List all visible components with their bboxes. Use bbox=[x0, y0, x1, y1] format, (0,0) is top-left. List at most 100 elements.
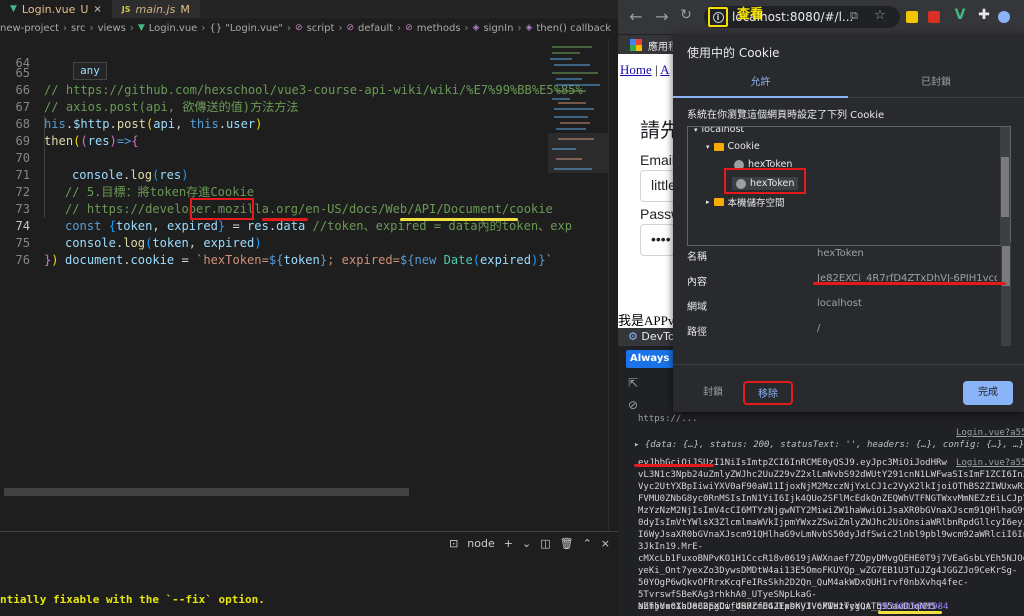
back-icon[interactable]: ← bbox=[626, 7, 646, 26]
tab-main-js[interactable]: JS main.js M bbox=[111, 0, 200, 18]
home-link[interactable]: Home bbox=[620, 62, 652, 77]
tree-node-host[interactable]: ▾ localhost bbox=[694, 127, 744, 135]
details-scrollbar[interactable] bbox=[1001, 242, 1011, 346]
breadcrumb-item[interactable]: methods bbox=[417, 23, 461, 34]
dialog-description: 系統在你瀏覽這個網頁時設定了下列 Cookie bbox=[687, 110, 885, 121]
annotation-box-hextoken bbox=[190, 198, 254, 220]
reload-icon[interactable]: ↻ bbox=[676, 7, 696, 23]
source-link[interactable]: Login.vue?a55b bbox=[956, 458, 1024, 468]
puzzle-icon[interactable]: ✚ bbox=[974, 7, 994, 23]
cookie-details: 名稱 hexToken 內容 Je82EXCi_4R7rfD4ZTxDhVJ-6… bbox=[687, 242, 1011, 346]
tab-status: M bbox=[180, 2, 190, 16]
tab-label: Login.vue bbox=[21, 2, 76, 16]
add-terminal-icon[interactable]: + bbox=[504, 537, 513, 550]
token-line: yeKi_Ont7yexZo3DywsDMDtW4ai13E5OmoFKUYQp… bbox=[638, 566, 1018, 576]
detail-label: 網域 bbox=[687, 302, 707, 313]
page-nav: Home | A bbox=[620, 62, 670, 77]
tab-label: main.js bbox=[135, 2, 176, 16]
token-line: 50YOgP6wQkvOFRrxKcqFeIRsSkh2D2Qn_QuM4akW… bbox=[638, 578, 969, 588]
detail-row-path: 路徑 / bbox=[687, 323, 1011, 345]
clear-console-icon[interactable]: ⊘ bbox=[628, 398, 638, 412]
detail-label: 內容 bbox=[687, 277, 707, 288]
terminal-icon: ⊡ bbox=[449, 537, 459, 550]
breadcrumb-item[interactable]: views bbox=[98, 23, 126, 34]
minimap[interactable] bbox=[548, 38, 608, 248]
tab-allowed[interactable]: 允許 bbox=[673, 72, 848, 98]
detail-row-domain: 網域 localhost bbox=[687, 298, 1011, 320]
horizontal-scrollbar[interactable] bbox=[4, 488, 409, 496]
console-object[interactable]: ▸ {data: {…}, status: 200, statusText: '… bbox=[634, 440, 1024, 450]
tree-node-storage[interactable]: ▸ 本機儲存空間 bbox=[706, 195, 785, 209]
star-icon[interactable]: ☆ bbox=[870, 8, 890, 23]
code-line: 76 bbox=[0, 235, 560, 267]
site-info-button[interactable]: i bbox=[708, 7, 728, 27]
console-output: https://... Login.vue?a55b ▸ {data: {…},… bbox=[618, 414, 1024, 616]
token-line: 0dyIsImVtYWlsX3ZlcmlmaWVkIjpmYWxzZSwiZml… bbox=[638, 518, 1024, 528]
devtools-icon: ⚙ bbox=[628, 330, 638, 343]
code-line: 70 // 5.目標：將token存進Cookie bbox=[0, 133, 560, 199]
vue-devtools-icon[interactable]: V bbox=[950, 7, 970, 23]
detail-value: / bbox=[817, 323, 821, 334]
token-line: MzYzNzM2NjIsImV4cCI6MTYzNjgwNTY2MiwiZW1h… bbox=[638, 506, 1024, 516]
breadcrumb-item[interactable]: src bbox=[71, 23, 86, 34]
code-line: 74 document.cookie = `hexToken=${token};… bbox=[0, 201, 560, 267]
close-icon[interactable]: × bbox=[601, 537, 610, 550]
chevron-down-icon[interactable]: ⌄ bbox=[522, 537, 531, 550]
console-line: https://... bbox=[638, 414, 698, 424]
extension-icon[interactable] bbox=[906, 11, 918, 23]
annotation-underline-token-start bbox=[634, 464, 714, 467]
token-line: FVMU0ZNbG8yc0RnMSIsInN1YiI6Ijk4QUo2SFlMc… bbox=[638, 494, 1024, 504]
nav-link[interactable]: A bbox=[660, 62, 669, 77]
code-area[interactable]: 64 65 // https://github.com/hexschool/vu… bbox=[0, 38, 582, 558]
split-terminal-icon[interactable]: ◫ bbox=[540, 537, 550, 550]
avatar[interactable] bbox=[998, 11, 1010, 23]
terminal-shell-label[interactable]: node bbox=[467, 537, 494, 550]
extension-icon[interactable] bbox=[928, 11, 940, 23]
tab-login-vue[interactable]: ▼ Login.vue U × bbox=[0, 0, 112, 18]
breadcrumb-item[interactable]: new-project bbox=[0, 23, 59, 34]
annotation-label-view: 查看 bbox=[737, 7, 764, 22]
folder-icon bbox=[713, 198, 724, 206]
detail-label: 路徑 bbox=[687, 327, 707, 338]
tab-blocked[interactable]: 已封鎖 bbox=[848, 72, 1024, 98]
breadcrumb-item[interactable]: Login.vue bbox=[149, 23, 198, 34]
page-footer-text: 我是APPv bbox=[618, 313, 675, 328]
translate-icon[interactable]: ⧉ bbox=[844, 9, 864, 23]
email-label: Email bbox=[640, 152, 676, 168]
source-link[interactable]: Login.vue?a55b bbox=[956, 428, 1024, 438]
chevron-right-icon: ▸ bbox=[706, 198, 710, 206]
token-line: Vyc2UtYXBpIiwiYXV0aF90aW11IjoxNjM2MzczNj… bbox=[638, 482, 1024, 492]
tree-scrollbar[interactable] bbox=[1000, 127, 1010, 245]
terminal-output: ntially fixable with the `--fix` option. bbox=[0, 593, 265, 606]
breadcrumb-item[interactable]: script bbox=[307, 23, 335, 34]
inspect-icon[interactable]: ⇱ bbox=[628, 376, 638, 390]
code-line: 69 console.log(res) bbox=[0, 116, 560, 182]
annotation-underline-content bbox=[813, 282, 1006, 285]
block-button[interactable]: 封鎖 bbox=[693, 381, 733, 405]
annotation-box-selected-cookie bbox=[724, 168, 806, 194]
token-line: abfbYxc1aJe82EXCi_4R7rfD4ZTxDhVJ-6PIH1vc… bbox=[638, 602, 882, 612]
trash-icon[interactable]: 🗑 bbox=[560, 537, 574, 550]
tree-node-cookie-folder[interactable]: ▾ Cookie bbox=[706, 141, 760, 152]
line-number: 76 bbox=[15, 253, 30, 267]
token-line: I6WyJsaXR0bGVnaXJscm91QHlhaG9vLmNvbS50dy… bbox=[638, 530, 1024, 540]
folder-icon bbox=[713, 142, 724, 151]
close-icon[interactable]: × bbox=[93, 4, 101, 15]
vue-file-icon: ▼ bbox=[10, 4, 17, 14]
done-button[interactable]: 完成 bbox=[963, 381, 1013, 405]
breadcrumb-item[interactable]: default bbox=[358, 23, 393, 34]
chevron-up-icon[interactable]: ⌃ bbox=[583, 537, 592, 550]
breadcrumb-item[interactable]: signIn bbox=[483, 23, 513, 34]
apps-icon[interactable] bbox=[630, 39, 642, 51]
breadcrumb-item[interactable]: {} "Login.vue" bbox=[209, 23, 283, 34]
token-line: cMXcLb1FuxoBNPvKO1H1CccR18v0619jAWXnaef7… bbox=[638, 554, 1024, 564]
hover-tooltip: any bbox=[73, 62, 107, 80]
breadcrumb: new-project › src › views › ▼ Login.vue › {}… bbox=[0, 22, 612, 34]
breadcrumb-item[interactable]: then() callback bbox=[536, 23, 611, 34]
remove-button[interactable]: 移除 bbox=[743, 381, 793, 405]
vertical-scrollbar[interactable] bbox=[608, 38, 618, 558]
language-banner-button[interactable]: Always match Chrome's language bbox=[626, 350, 676, 368]
forward-icon[interactable]: → bbox=[652, 7, 672, 26]
info-icon: i bbox=[712, 11, 724, 23]
dialog-footer: 封鎖 移除 完成 bbox=[673, 364, 1024, 412]
